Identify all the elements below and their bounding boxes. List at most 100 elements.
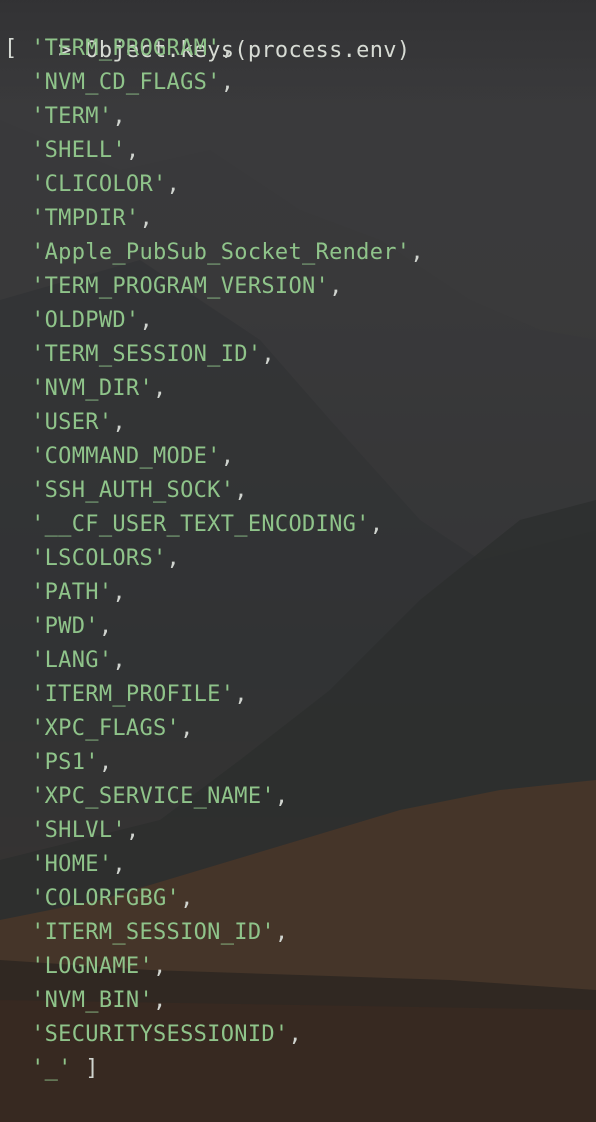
terminal-window[interactable]: > Object.keys(process.env) [ 'TERM_PROGR… [0,0,596,1122]
env-key-string: 'NVM_CD_FLAGS' [31,70,221,95]
env-key-string: 'SHLVL' [31,818,126,843]
env-key-line: 'XPC_FLAGS', [4,712,194,746]
env-key-line: 'XPC_SERVICE_NAME', [4,780,288,814]
comma-separator: , [112,580,126,605]
env-key-string: 'XPC_FLAGS' [31,716,181,741]
env-key-line: 'PS1', [4,746,112,780]
comma-separator: , [288,1022,302,1047]
env-key-line: 'TERM_SESSION_ID', [4,338,275,372]
env-key-string: 'COLORFGBG' [31,886,181,911]
env-key-line: 'TERM', [4,100,126,134]
env-key-string: 'TERM_PROGRAM' [31,36,221,61]
input-line[interactable]: > [4,1086,89,1120]
comma-separator: , [220,444,235,469]
comma-separator: , [125,818,140,843]
comma-separator: , [139,206,154,231]
comma-separator: , [234,682,248,707]
env-key-line: 'TMPDIR', [4,202,153,236]
env-key-string: '_' [31,1056,72,1081]
comma-separator: , [112,852,126,877]
env-key-string: 'HOME' [31,852,113,877]
env-key-string: 'TERM' [31,104,113,129]
comma-separator: , [410,240,424,265]
env-key-line: 'PATH', [4,576,126,610]
comma-separator: , [329,274,343,299]
comma-separator: , [166,546,181,571]
env-key-string: 'OLDPWD' [31,308,140,333]
comma-separator: , [220,36,235,61]
env-key-line: 'SECURITYSESSIONID', [4,1018,302,1052]
env-key-line: 'USER', [4,406,126,440]
comma-separator: , [180,886,194,911]
env-key-line: [ 'TERM_PROGRAM', [4,32,234,66]
env-key-line: 'SHELL', [4,134,139,168]
comma-separator: , [112,648,126,673]
comma-separator: , [153,988,167,1013]
env-key-line: 'HOME', [4,848,126,882]
env-key-string: 'ITERM_SESSION_ID' [31,920,275,945]
comma-separator: , [261,342,275,367]
comma-separator: , [234,478,248,503]
env-key-line: 'SSH_AUTH_SOCK', [4,474,248,508]
env-key-line: 'COLORFGBG', [4,882,194,916]
env-key-string: 'LANG' [31,648,113,673]
env-key-string: 'Apple_PubSub_Socket_Render' [31,240,411,265]
comma-separator: , [112,410,126,435]
env-key-line: 'PWD', [4,610,112,644]
env-key-string: 'TERM_PROGRAM_VERSION' [31,274,330,299]
env-key-line: 'OLDPWD', [4,304,153,338]
comma-separator: , [153,376,167,401]
env-key-string: 'SECURITYSESSIONID' [31,1022,289,1047]
env-key-line: '_' ] [4,1052,99,1086]
env-key-line: 'COMMAND_MODE', [4,440,234,474]
comma-separator: , [112,104,126,129]
env-key-string: 'PATH' [31,580,113,605]
env-key-string: '__CF_USER_TEXT_ENCODING' [31,512,370,537]
comma-separator: , [220,70,235,95]
env-key-string: 'PS1' [31,750,99,775]
env-key-string: 'NVM_DIR' [31,376,153,401]
open-bracket: [ [4,36,32,61]
env-key-line: 'LOGNAME', [4,950,167,984]
comma-separator: , [369,512,384,537]
env-key-string: 'NVM_BIN' [31,988,153,1013]
command-line: > Object.keys(process.env) [4,0,410,63]
comma-separator: , [274,920,289,945]
env-key-line: 'LANG', [4,644,126,678]
comma-separator: , [166,172,181,197]
env-key-line: 'CLICOLOR', [4,168,180,202]
env-key-line: 'LSCOLORS', [4,542,180,576]
env-key-string: 'TMPDIR' [31,206,140,231]
comma-separator: , [153,954,167,979]
env-key-line: 'ITERM_PROFILE', [4,678,248,712]
comma-separator: , [180,716,194,741]
env-key-line: 'SHLVL', [4,814,139,848]
env-key-string: 'ITERM_PROFILE' [31,682,235,707]
env-key-string: 'LSCOLORS' [31,546,167,571]
env-key-line: 'NVM_BIN', [4,984,167,1018]
env-key-string: 'XPC_SERVICE_NAME' [31,784,275,809]
env-key-line: 'TERM_PROGRAM_VERSION', [4,270,343,304]
